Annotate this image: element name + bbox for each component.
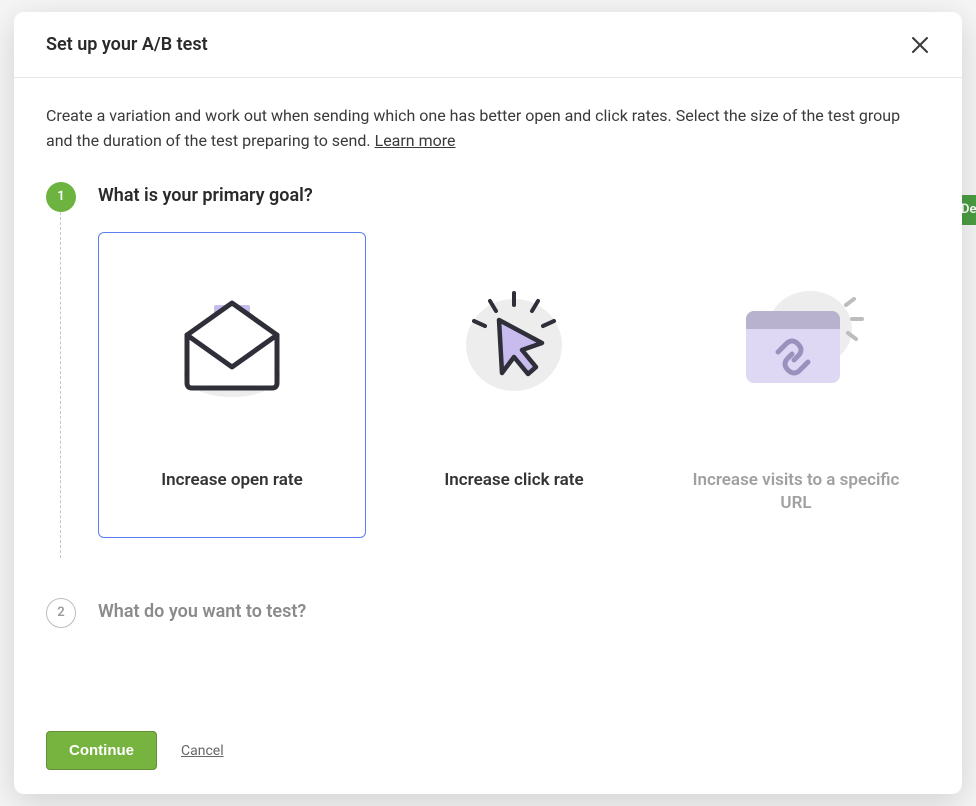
modal-header: Set up your A/B test	[14, 12, 962, 78]
step-1-badge: 1	[46, 182, 76, 212]
browser-link-icon	[726, 275, 866, 415]
modal-footer: Continue Cancel	[14, 711, 962, 794]
goal-option-url-visits[interactable]: Increase visits to a specific URL	[662, 232, 930, 538]
modal-title: Set up your A/B test	[46, 34, 208, 55]
step-2: 2 What do you want to test?	[46, 598, 930, 642]
goal-options: Increase open rate	[98, 232, 930, 538]
ab-test-modal: Set up your A/B test Create a variation …	[14, 12, 962, 794]
continue-button[interactable]: Continue	[46, 731, 157, 770]
goal-option-label: Increase visits to a specific URL	[681, 469, 911, 517]
cursor-click-icon	[444, 275, 584, 415]
intro-text-content: Create a variation and work out when sen…	[46, 106, 900, 150]
modal-body: Create a variation and work out when sen…	[14, 78, 962, 711]
step-2-badge: 2	[46, 598, 76, 628]
intro-text: Create a variation and work out when sen…	[46, 104, 930, 154]
step-2-heading: What do you want to test?	[98, 598, 930, 622]
goal-option-click-rate[interactable]: Increase click rate	[380, 232, 648, 538]
cancel-link[interactable]: Cancel	[181, 743, 224, 759]
close-icon	[910, 35, 930, 55]
learn-more-link[interactable]: Learn more	[375, 131, 456, 150]
step-1-heading: What is your primary goal?	[98, 182, 930, 206]
envelope-open-icon	[162, 275, 302, 415]
steps-container: 1 What is your primary goal? Incre	[46, 182, 930, 642]
close-button[interactable]	[910, 35, 930, 55]
step-1: 1 What is your primary goal? Incre	[46, 182, 930, 538]
step-connector	[60, 212, 61, 558]
goal-option-label: Increase click rate	[444, 469, 583, 493]
goal-option-label: Increase open rate	[161, 469, 302, 493]
goal-option-open-rate[interactable]: Increase open rate	[98, 232, 366, 538]
